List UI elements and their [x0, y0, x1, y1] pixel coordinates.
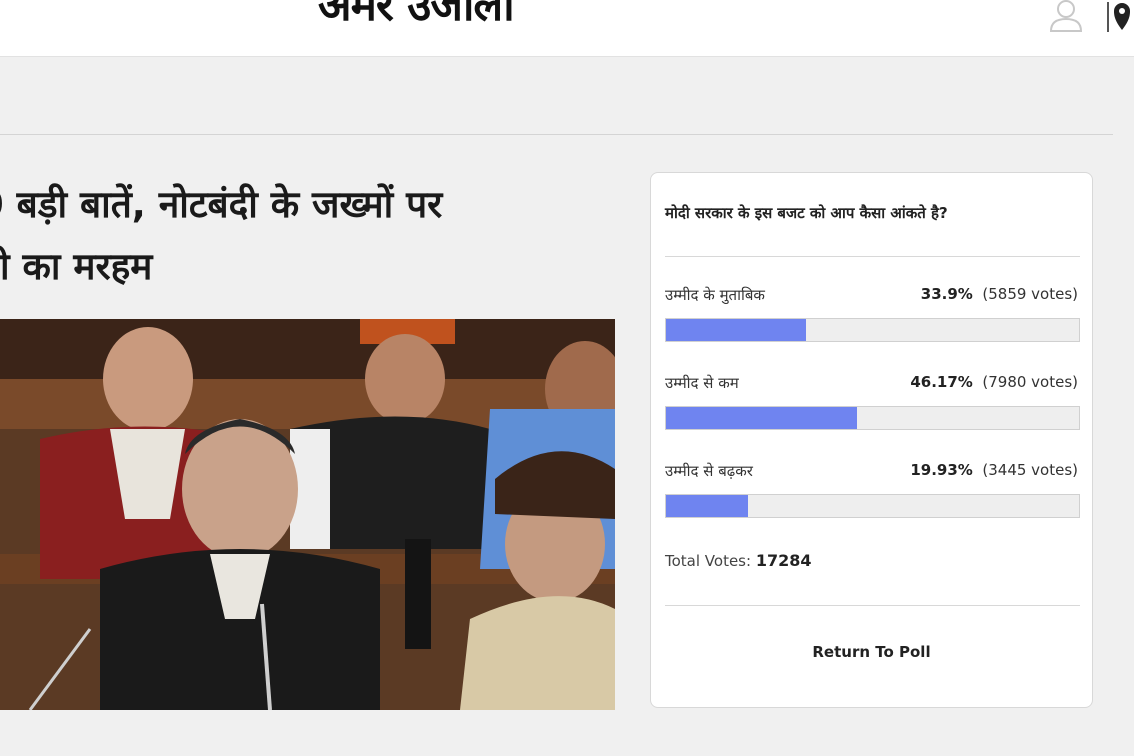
poll-option-bar-fill [666, 495, 749, 517]
poll-option-votes: (7980 votes) [982, 373, 1078, 391]
site-logo[interactable]: अमर उजाला [318, 0, 515, 30]
parliament-photo-illustration [0, 319, 615, 710]
poll-total-votes: Total Votes: 17284 [665, 551, 812, 570]
poll-option-votes: (5859 votes) [982, 285, 1078, 303]
top-header: अमर उजाला [0, 0, 1134, 57]
poll-option-percent: 46.17% [910, 373, 973, 391]
poll-option-stats: 33.9% (5859 votes) [921, 285, 1078, 303]
user-icon[interactable] [1048, 0, 1084, 32]
location-icon[interactable] [1106, 0, 1134, 34]
poll-question: मोदी सरकार के इस बजट को आप कैसा आंकते है… [665, 204, 948, 222]
poll-results-card: मोदी सरकार के इस बजट को आप कैसा आंकते है… [650, 172, 1093, 708]
headline-line-2: ी का मरहम [0, 245, 153, 288]
poll-option-votes: (3445 votes) [982, 461, 1078, 479]
poll-option-stats: 19.93% (3445 votes) [910, 461, 1078, 479]
poll-option-bar-fill [666, 407, 857, 429]
section-divider [0, 134, 1113, 135]
poll-option-stats: 46.17% (7980 votes) [910, 373, 1078, 391]
headline-line-1: 0 बड़ी बातें, नोटबंदी के जख्मों पर [0, 183, 443, 226]
poll-option-label: उम्मीद के मुताबिक [665, 286, 765, 304]
return-to-poll-button[interactable]: Return To Poll [651, 643, 1092, 661]
poll-option-label: उम्मीद से बढ़कर [665, 462, 753, 480]
poll-option-bar [665, 494, 1080, 518]
poll-option-bar [665, 318, 1080, 342]
article-photo[interactable] [0, 319, 615, 710]
article-headline[interactable]: 0 बड़ी बातें, नोटबंदी के जख्मों पर ी का … [0, 174, 578, 298]
poll-option-bar-fill [666, 319, 806, 341]
poll-divider-top [665, 256, 1080, 257]
poll-total-label: Total Votes: [665, 552, 752, 570]
poll-option-percent: 19.93% [910, 461, 973, 479]
poll-divider-bottom [665, 605, 1080, 606]
poll-option-label: उम्मीद से कम [665, 374, 739, 392]
poll-option-percent: 33.9% [920, 285, 973, 303]
poll-total-value: 17284 [755, 551, 812, 570]
poll-option-bar [665, 406, 1080, 430]
